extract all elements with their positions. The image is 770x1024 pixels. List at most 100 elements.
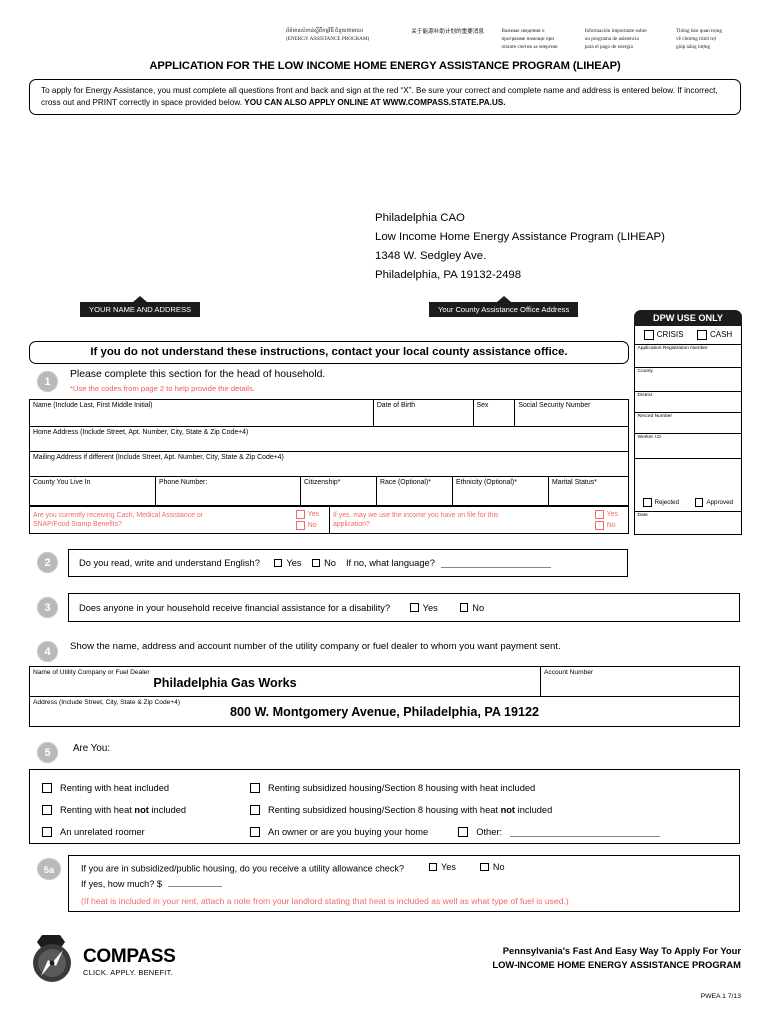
dpw-approved-option[interactable]: Approved — [694, 498, 733, 507]
checkbox-icon[interactable] — [296, 510, 305, 519]
english-no-option[interactable]: No — [311, 558, 336, 568]
checkbox-icon[interactable] — [250, 783, 260, 793]
option-label: Renting with heat included — [60, 783, 170, 793]
section-5a-amount-row: If yes, how much? $ — [81, 877, 739, 889]
lang-russian-line2: программе помощи при — [501, 35, 555, 42]
field-label: Phone Number: — [159, 479, 208, 486]
benefits-no-option[interactable]: No — [296, 521, 319, 530]
dpw-county-field[interactable]: County — [634, 367, 742, 392]
dpw-district-field[interactable]: District — [634, 391, 742, 413]
checkbox-icon[interactable] — [643, 329, 654, 340]
field-label: Home Address (Include Street, Apt. Numbe… — [33, 429, 249, 436]
checkbox-icon[interactable] — [595, 521, 604, 530]
checkbox-icon[interactable] — [696, 329, 707, 340]
english-yes-option[interactable]: Yes — [273, 558, 302, 568]
lang-russian-line1: Важные сведения о — [501, 28, 545, 34]
field-social-security-number[interactable]: Social Security Number — [515, 400, 628, 426]
section-4-utility-block: Name of Utility Company or Fuel Dealer P… — [29, 666, 740, 727]
dpw-date-field[interactable]: Date — [634, 511, 742, 535]
checkbox-icon[interactable] — [42, 783, 52, 793]
language-input[interactable] — [440, 558, 551, 568]
field-county[interactable]: County You Live In — [30, 477, 156, 505]
dpw-worker-id-field[interactable]: Worker I.D. — [634, 433, 742, 459]
housing-option-unrelated-roomer[interactable]: An unrelated roomer — [42, 827, 250, 837]
field-label: Marital Status* — [552, 479, 597, 486]
option-label: Yes — [441, 862, 456, 872]
checkbox-icon[interactable] — [458, 827, 469, 837]
field-marital-status[interactable]: Marital Status* — [549, 477, 628, 505]
checkbox-icon[interactable] — [42, 805, 52, 815]
footer-program-tagline: Pennsylvania's Fast And Easy Way To Appl… — [492, 944, 741, 971]
option-label-pre: Renting subsidized housing/Section 8 hou… — [268, 805, 501, 815]
checkbox-icon[interactable] — [643, 498, 652, 507]
housing-option-subsidized-heat-included[interactable]: Renting subsidized housing/Section 8 hou… — [250, 783, 535, 793]
field-mailing-address[interactable]: Mailing Address if different (Include St… — [30, 452, 628, 476]
form-code: PWEA 1 7/13 — [700, 993, 741, 1000]
checkbox-icon[interactable] — [428, 862, 438, 872]
section-1-benefits-questions: Are you currently receiving Cash, Medica… — [29, 506, 629, 534]
field-date-of-birth[interactable]: Date of Birth — [374, 400, 474, 426]
checkbox-icon[interactable] — [42, 827, 52, 837]
other-housing-input[interactable] — [510, 827, 661, 837]
housing-option-owner[interactable]: An owner or are you buying your home — [250, 827, 428, 837]
income-no-option[interactable]: No — [595, 521, 618, 530]
housing-option-renting-heat-included[interactable]: Renting with heat included — [42, 783, 250, 793]
field-phone-number[interactable]: Phone Number: — [156, 477, 301, 505]
option-label: Other: — [476, 827, 503, 837]
housing-option-other[interactable]: Other: — [458, 827, 661, 837]
income-yes-option[interactable]: Yes — [595, 510, 618, 519]
field-label: Name (Include Last, First Middle Initial… — [33, 402, 153, 409]
field-sex[interactable]: Sex — [474, 400, 516, 426]
section-1-subtitle: *Use the codes from page 2 to help provi… — [70, 384, 255, 393]
field-label: County You Live In — [33, 479, 91, 486]
lang-chinese-line1: 关于能源补助计划的重要消息 — [411, 29, 484, 35]
disability-no-option[interactable]: No — [459, 603, 484, 613]
housing-option-subsidized-heat-not-included[interactable]: Renting subsidized housing/Section 8 hou… — [250, 805, 552, 815]
dpw-rejected-option[interactable]: Rejected — [643, 498, 679, 507]
dpw-application-registration-number-field[interactable]: Application Registration Number — [634, 344, 742, 368]
checkbox-icon[interactable] — [595, 510, 604, 519]
field-race[interactable]: Race (Optional)* — [377, 477, 453, 505]
field-account-number[interactable]: Account Number — [541, 667, 739, 696]
dpw-crisis-option[interactable]: CRISIS — [643, 329, 684, 340]
section-2-followup-label: If no, what language? — [345, 558, 435, 568]
checkbox-icon[interactable] — [694, 498, 704, 507]
compass-logo-text: COMPASS CLICK. APPLY. BENEFIT. — [83, 947, 176, 983]
section-2-badge: 2 — [37, 552, 58, 573]
instructions-headline: If you do not understand these instructi… — [29, 341, 629, 364]
field-utility-company-name[interactable]: Name of Utility Company or Fuel Dealer P… — [30, 667, 541, 696]
housing-option-renting-heat-not-included[interactable]: Renting with heat not included — [42, 805, 250, 815]
option-label: Renting subsidized housing/Section 8 hou… — [268, 783, 536, 793]
field-ethnicity[interactable]: Ethnicity (Optional)* — [453, 477, 549, 505]
allowance-amount-input[interactable] — [168, 877, 223, 888]
dpw-crisis-label: CRISIS — [656, 330, 684, 339]
field-utility-address[interactable]: Address (Include Street, City, State & Z… — [29, 697, 740, 727]
allowance-no-option[interactable]: No — [480, 862, 505, 872]
lang-spanish-line3: para el pago de energía — [584, 43, 633, 50]
field-home-address[interactable]: Home Address (Include Street, Apt. Numbe… — [30, 427, 628, 451]
checkbox-icon[interactable] — [311, 558, 321, 568]
dpw-cash-option[interactable]: CASH — [696, 329, 733, 340]
checkbox-icon[interactable] — [296, 521, 305, 530]
allowance-yes-option[interactable]: Yes — [428, 862, 456, 872]
lang-notice-khmer: ព័ត៌មានសំខាន់ស្តីពីកម្មវិធី ជំនួយថាមពល (… — [286, 28, 406, 44]
dpw-cash-label: CASH — [709, 330, 733, 339]
benefits-yes-option[interactable]: Yes — [296, 510, 319, 519]
section-5a-question: If you are in subsidized/public housing,… — [81, 863, 405, 874]
dpw-record-number-field[interactable]: Record Number — [634, 412, 742, 434]
callout-county-office-address: Your County Assistance Office Address — [429, 296, 579, 317]
checkbox-icon[interactable] — [273, 558, 283, 568]
dpw-field-label: Record Number — [637, 414, 673, 419]
checkbox-icon[interactable] — [480, 862, 489, 872]
field-name[interactable]: Name (Include Last, First Middle Initial… — [30, 400, 374, 426]
section-3-question: Does anyone in your household receive fi… — [79, 602, 391, 613]
disability-yes-option[interactable]: Yes — [410, 603, 438, 613]
checkbox-icon[interactable] — [250, 805, 260, 815]
utility-company-value: Philadelphia Gas Works — [153, 676, 297, 690]
checkbox-icon[interactable] — [250, 827, 260, 837]
section-1-title: Please complete this section for the hea… — [70, 369, 326, 380]
checkbox-icon[interactable] — [410, 603, 419, 612]
field-citizenship[interactable]: Citizenship* — [301, 477, 377, 505]
checkbox-icon[interactable] — [459, 603, 469, 612]
section-5a-note: (If heat is included in your rent, attac… — [81, 896, 569, 907]
